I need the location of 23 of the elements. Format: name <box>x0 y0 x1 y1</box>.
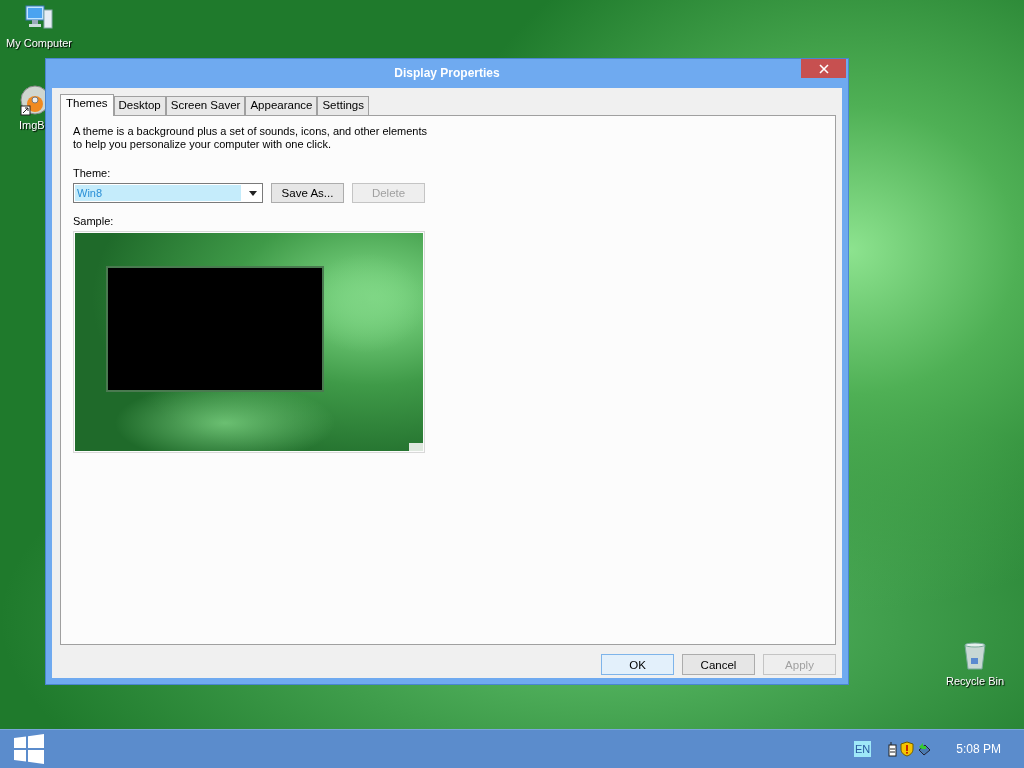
field-label: Theme: <box>73 167 112 179</box>
icon-label[interactable]: Recycle Bin <box>945 675 1005 687</box>
button[interactable]: OK <box>601 654 674 675</box>
tab[interactable]: Appearance <box>245 96 318 115</box>
icon-label[interactable]: My Computer <box>6 37 72 49</box>
dropdown-arrow-icon <box>249 190 257 196</box>
description-text: A theme is a background plus a set of sounds, icons, and other elements to help you personalize your computer with one click. <box>73 125 429 151</box>
button[interactable]: Cancel <box>682 654 755 675</box>
tab[interactable]: Screen Saver <box>165 96 246 115</box>
field-label: Sample: <box>73 215 115 227</box>
window-title: Display Properties <box>394 65 500 80</box>
shield-icon[interactable] <box>900 741 915 757</box>
tab[interactable]: Themes <box>60 94 114 116</box>
tab[interactable]: Desktop <box>113 96 166 115</box>
battery-icon[interactable] <box>887 741 898 757</box>
close-icon <box>818 63 829 74</box>
tab[interactable]: Settings <box>317 96 369 115</box>
network-icon[interactable] <box>917 741 932 757</box>
language-indicator[interactable]: EN <box>854 741 872 757</box>
close-button[interactable] <box>801 59 846 78</box>
icon-label[interactable]: ImgB <box>19 119 45 131</box>
windows-logo-icon[interactable] <box>14 734 44 764</box>
button[interactable]: Save As... <box>271 183 344 203</box>
